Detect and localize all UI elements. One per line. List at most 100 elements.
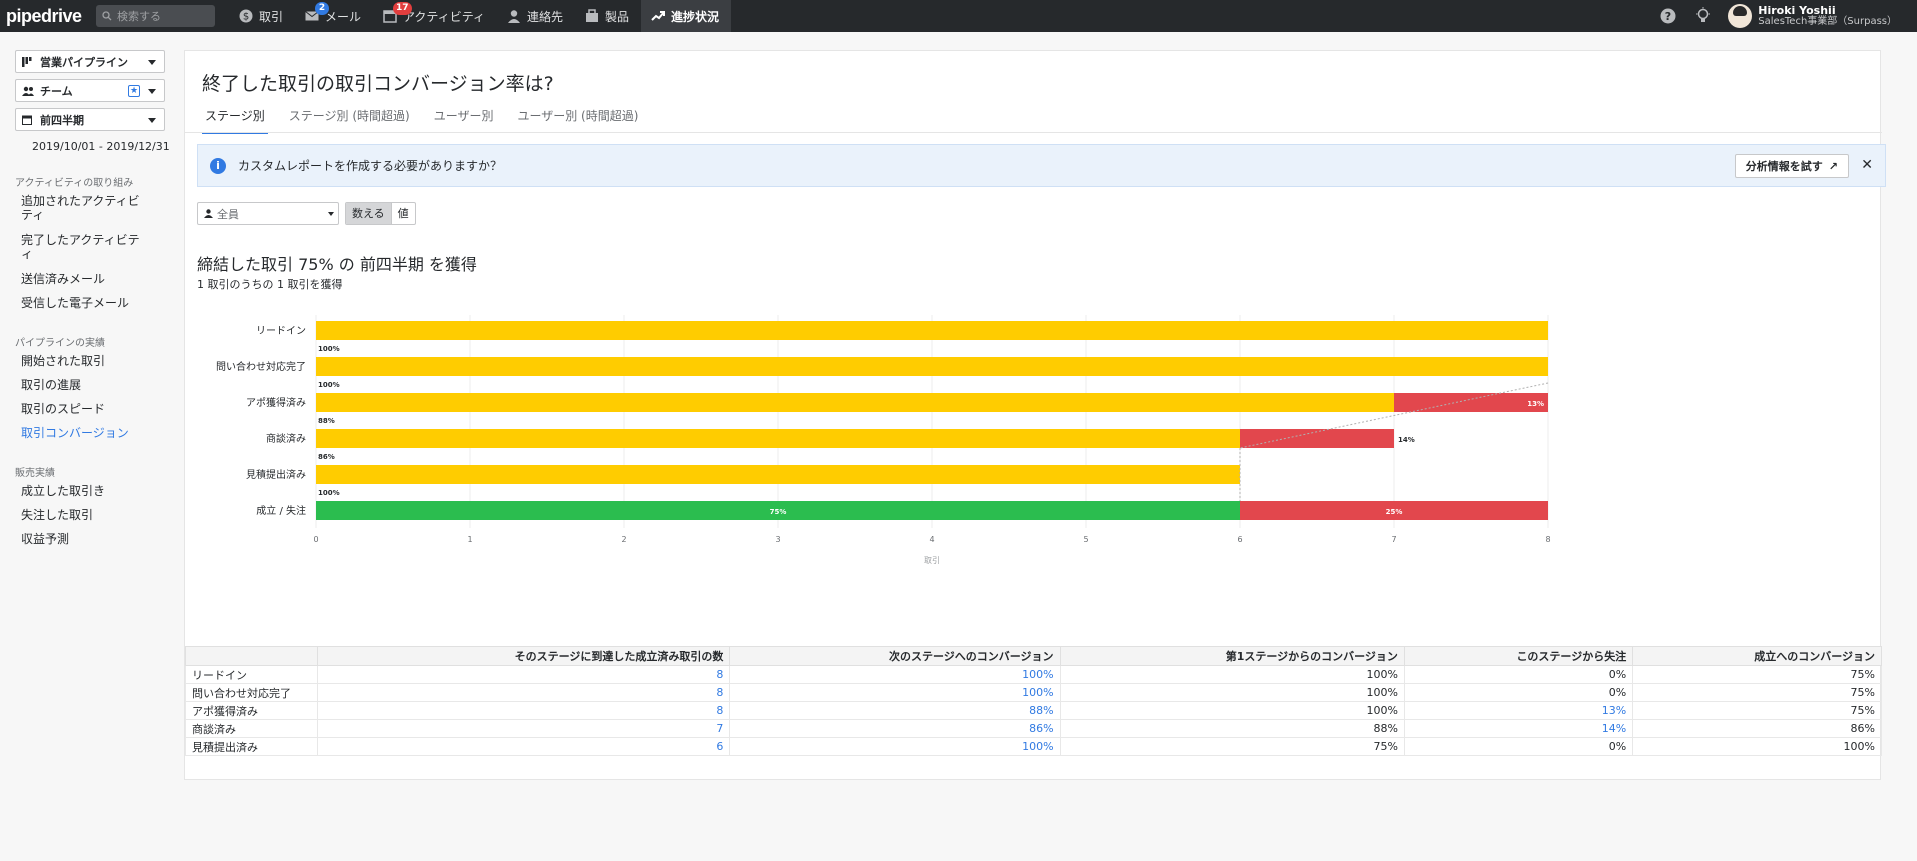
section-pipeline-title: パイプラインの実績 xyxy=(15,338,105,349)
sidebar-item-deals-lost[interactable]: 失注した取引 xyxy=(21,508,141,522)
table-header: 成立へのコンバージョン xyxy=(1632,646,1882,666)
conversion-label: 100% xyxy=(318,381,340,389)
external-link-icon: ↗ xyxy=(1828,159,1838,173)
nav-label: アクティビティ xyxy=(403,9,485,24)
search-icon xyxy=(102,11,112,21)
deals-reached-link[interactable]: 8 xyxy=(316,665,731,684)
sidebar-item-deals-speed[interactable]: 取引のスピード xyxy=(21,402,141,416)
x-tick-label: 3 xyxy=(775,535,780,544)
next-stage-conversion-link[interactable]: 100% xyxy=(729,737,1061,756)
x-axis-label: 取引 xyxy=(924,556,940,565)
won-conversion: 100% xyxy=(1632,737,1882,756)
nav-activities[interactable]: 17 アクティビティ xyxy=(373,0,497,32)
table-header: 次のステージへのコンバージョン xyxy=(729,646,1061,666)
sidebar-item-activities-added[interactable]: 追加されたアクティビティ xyxy=(21,194,141,222)
deals-reached-link[interactable]: 8 xyxy=(316,701,731,720)
conversion-table: そのステージに到達した成立済み取引の数 次のステージへのコンバージョン 第1ステ… xyxy=(185,646,1882,756)
try-insights-button[interactable]: 分析情報を試す ↗ xyxy=(1734,154,1849,178)
tab-by-stage-over-time[interactable]: ステージ別 (時間超過) xyxy=(286,107,413,134)
pipedrive-logo[interactable]: pipedrive xyxy=(6,6,90,27)
star-icon[interactable]: ★ xyxy=(128,85,140,97)
table-header xyxy=(185,646,318,666)
stage-name: リードイン xyxy=(185,665,318,684)
count-value-toggle: 数える 値 xyxy=(345,202,416,225)
category-label: 問い合わせ対応完了 xyxy=(216,360,306,373)
box-icon xyxy=(585,9,599,23)
segment-label: 13% xyxy=(1527,400,1544,408)
lost-from-stage-link[interactable]: 13% xyxy=(1403,701,1634,720)
lightbulb-icon[interactable] xyxy=(1693,6,1713,26)
period-select[interactable]: 前四半期 xyxy=(15,108,165,131)
toggle-value[interactable]: 値 xyxy=(392,203,415,224)
next-stage-conversion-link[interactable]: 100% xyxy=(729,683,1061,702)
sidebar-item-activities-completed[interactable]: 完了したアクティビティ xyxy=(21,233,141,261)
x-tick-label: 2 xyxy=(621,535,626,544)
next-stage-conversion-link[interactable]: 88% xyxy=(729,701,1061,720)
deals-reached-link[interactable]: 7 xyxy=(316,719,731,738)
sidebar-item-emails-sent[interactable]: 送信済みメール xyxy=(21,272,141,286)
close-icon[interactable]: ✕ xyxy=(1861,157,1873,173)
report-panel: 終了した取引の取引コンバージョン率は? ステージ別 ステージ別 (時間超過) ユ… xyxy=(184,50,1886,780)
sidebar-item-deals-progress[interactable]: 取引の進展 xyxy=(21,378,141,392)
sidebar-item-deals-started[interactable]: 開始された取引 xyxy=(21,354,141,368)
nav-products[interactable]: 製品 xyxy=(575,0,641,32)
banner-text: カスタムレポートを作成する必要がありますか？ xyxy=(238,159,503,173)
table-header: そのステージに到達した成立済み取引の数 xyxy=(316,646,731,666)
first-stage-conversion: 75% xyxy=(1059,737,1405,756)
tab-by-user[interactable]: ユーザー別 xyxy=(431,107,497,134)
stage-bar xyxy=(316,429,1240,448)
nav-insights[interactable]: 進捗状況 xyxy=(641,0,732,32)
nav-label: 取引 xyxy=(259,9,284,24)
dollar-icon: $ xyxy=(239,9,253,23)
lost-bar xyxy=(1394,393,1548,412)
mail-count-badge: 2 xyxy=(315,2,330,15)
top-navigation-bar: pipedrive 検索する $ 取引 2 メール 17 アクティビティ 連絡先… xyxy=(0,0,1917,32)
table-row: アポ獲得済み 8 88% 100% 13% 75% xyxy=(185,701,1882,720)
table-header-row: そのステージに到達した成立済み取引の数 次のステージへのコンバージョン 第1ステ… xyxy=(185,646,1882,666)
pipeline-icon xyxy=(22,56,34,67)
pipeline-label: 営業パイプライン xyxy=(40,55,128,69)
category-label: リードイン xyxy=(256,326,306,337)
pipeline-select[interactable]: 営業パイプライン xyxy=(15,50,165,73)
owner-filter-value: 全員 xyxy=(217,207,239,221)
table-row: 商談済み 7 86% 88% 14% 86% xyxy=(185,719,1882,738)
tab-by-stage[interactable]: ステージ別 xyxy=(202,107,268,134)
sidebar-item-revenue-forecast[interactable]: 収益予測 xyxy=(21,532,141,546)
next-stage-conversion-link[interactable]: 100% xyxy=(729,665,1061,684)
nav-deals[interactable]: $ 取引 xyxy=(229,0,295,32)
user-menu[interactable]: Hiroki Yoshii SalesTech事業部（Surpass） xyxy=(1728,4,1897,28)
first-stage-conversion: 88% xyxy=(1059,719,1405,738)
nav-mail[interactable]: 2 メール xyxy=(295,0,373,32)
stage-bar xyxy=(316,321,1548,340)
date-range: 2019/10/01 - 2019/12/31 xyxy=(32,140,170,153)
svg-text:?: ? xyxy=(1665,10,1671,23)
report-subline: 1 取引のうちの 1 取引を獲得 xyxy=(197,278,343,291)
sidebar-item-deals-won[interactable]: 成立した取引き xyxy=(21,484,141,498)
lost-from-stage-link[interactable]: 14% xyxy=(1403,719,1634,738)
period-label: 前四半期 xyxy=(40,113,84,127)
try-insights-label: 分析情報を試す xyxy=(1745,160,1823,173)
team-select[interactable]: チーム ★ xyxy=(15,79,165,102)
deals-reached-link[interactable]: 6 xyxy=(316,737,731,756)
nav-contacts[interactable]: 連絡先 xyxy=(497,0,575,32)
x-tick-label: 4 xyxy=(929,535,934,544)
won-conversion: 75% xyxy=(1632,665,1882,684)
search-input[interactable]: 検索する xyxy=(96,5,215,27)
category-label: 商談済み xyxy=(266,432,306,445)
stage-bar xyxy=(316,465,1240,484)
tab-by-user-over-time[interactable]: ユーザー別 (時間超過) xyxy=(514,107,641,134)
search-placeholder: 検索する xyxy=(117,10,161,23)
sidebar-item-deal-conversion[interactable]: 取引コンバージョン xyxy=(21,426,141,440)
activity-count-badge: 17 xyxy=(393,2,412,15)
toggle-count[interactable]: 数える xyxy=(346,203,392,224)
stage-bar xyxy=(316,357,1548,376)
custom-report-banner: i カスタムレポートを作成する必要がありますか？ 分析情報を試す ↗ ✕ xyxy=(197,144,1886,187)
table-header: 第1ステージからのコンバージョン xyxy=(1059,646,1405,666)
won-conversion: 75% xyxy=(1632,683,1882,702)
x-tick-label: 0 xyxy=(313,535,318,544)
owner-filter-select[interactable]: 全員 xyxy=(197,202,339,225)
next-stage-conversion-link[interactable]: 86% xyxy=(729,719,1061,738)
deals-reached-link[interactable]: 8 xyxy=(316,683,731,702)
help-icon[interactable]: ? xyxy=(1658,6,1678,26)
sidebar-item-emails-received[interactable]: 受信した電子メール xyxy=(21,296,141,310)
